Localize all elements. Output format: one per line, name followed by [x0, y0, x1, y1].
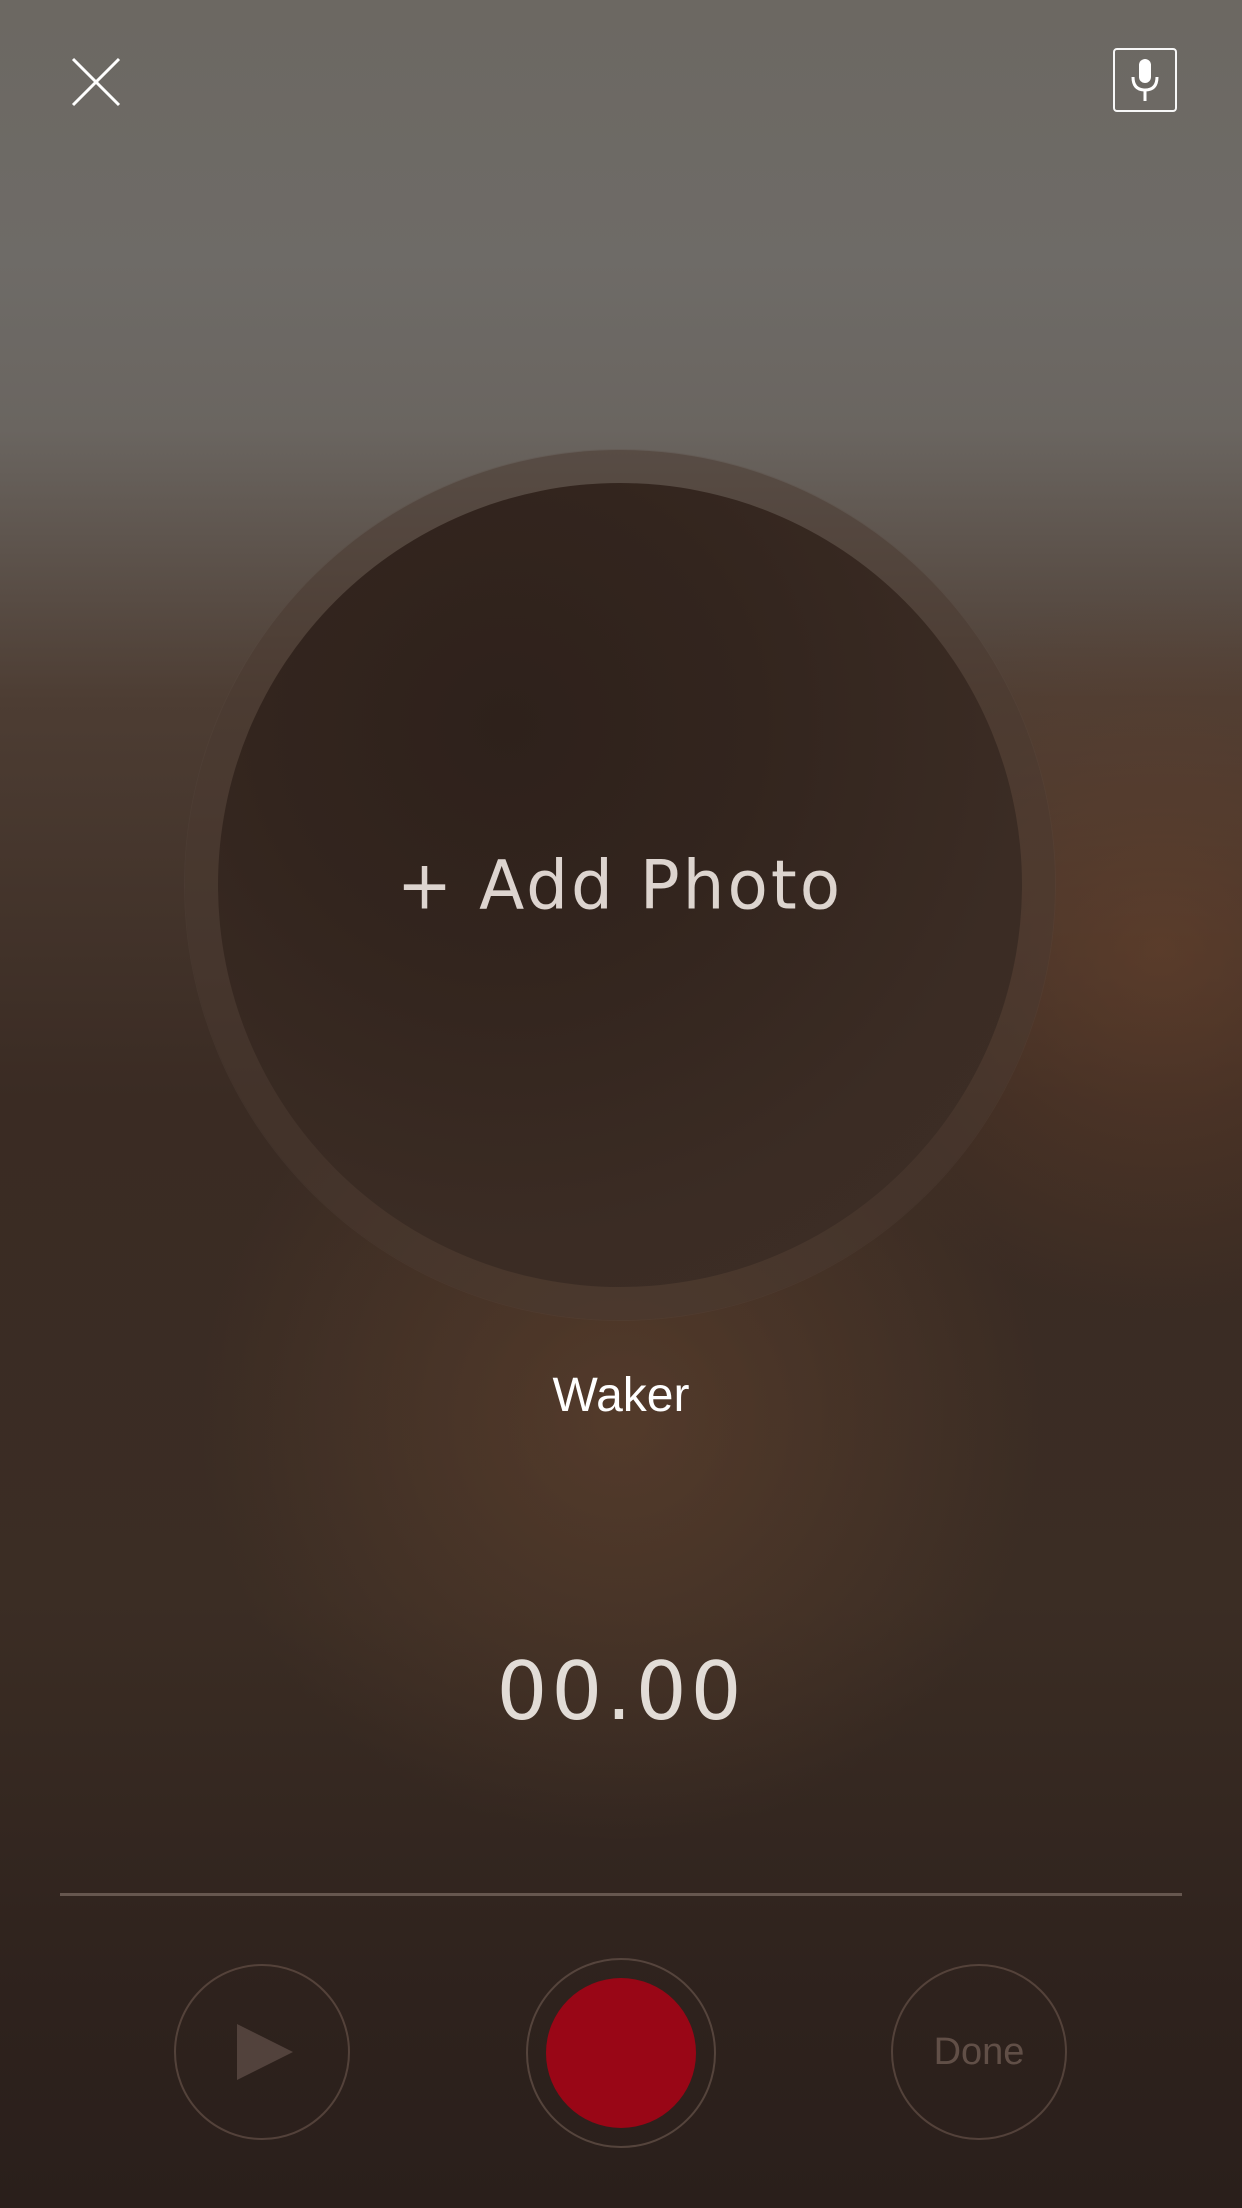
close-button[interactable]	[70, 56, 122, 108]
recording-name: Waker	[552, 1369, 690, 1422]
add-photo-label: + Add Photo	[396, 845, 844, 925]
done-button[interactable]: Done	[891, 1964, 1067, 2140]
play-icon	[223, 2017, 301, 2087]
microphone-button[interactable]	[1113, 48, 1177, 112]
done-label: Done	[933, 2030, 1025, 2073]
play-button[interactable]	[174, 1964, 350, 2140]
add-photo-button[interactable]: + Add Photo	[218, 483, 1022, 1287]
record-icon	[546, 1978, 696, 2128]
microphone-icon	[1115, 50, 1175, 110]
record-button[interactable]	[526, 1958, 716, 2148]
close-icon	[70, 56, 122, 108]
divider	[60, 1893, 1182, 1896]
recording-screen: + Add Photo Waker 00.00 Done	[0, 0, 1242, 2208]
recording-timer: 00.00	[496, 1645, 746, 1738]
